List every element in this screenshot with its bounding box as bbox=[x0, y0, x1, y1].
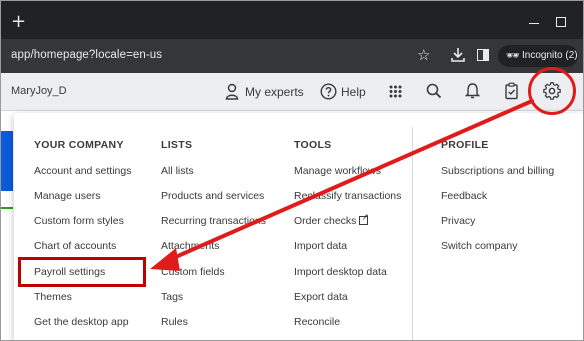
menu-item-reconcile[interactable]: Reconcile bbox=[294, 316, 340, 328]
menu-item-themes[interactable]: Themes bbox=[34, 291, 72, 303]
payroll-settings-highlight bbox=[18, 257, 146, 287]
menu-item-custom-fields[interactable]: Custom fields bbox=[161, 266, 225, 278]
menu-item-subscriptions-and-billing[interactable]: Subscriptions and billing bbox=[441, 165, 554, 177]
menu-item-manage-users[interactable]: Manage users bbox=[34, 190, 101, 202]
tools-heading: TOOLS bbox=[294, 139, 332, 151]
menu-item-feedback[interactable]: Feedback bbox=[441, 190, 487, 202]
screenshot-frame: + app/homepage?locale=en-us ☆ 🕶 Incognit… bbox=[0, 0, 584, 341]
download-icon[interactable] bbox=[451, 47, 465, 63]
lists-heading: LISTS bbox=[161, 139, 193, 151]
order-checks-label: Order checks bbox=[294, 215, 357, 227]
app-header: MaryJoy_D My experts Help bbox=[1, 73, 583, 111]
menu-item-switch-company[interactable]: Switch company bbox=[441, 240, 517, 252]
menu-item-reclassify-transactions[interactable]: Reclassify transactions bbox=[294, 190, 401, 202]
menu-item-recurring-transactions[interactable]: Recurring transactions bbox=[161, 215, 266, 227]
menu-item-rules[interactable]: Rules bbox=[161, 316, 188, 328]
incognito-icon: 🕶 bbox=[506, 49, 520, 62]
gear-highlight-circle bbox=[528, 67, 576, 115]
menu-item-all-lists[interactable]: All lists bbox=[161, 165, 194, 177]
my-experts-button[interactable]: My experts bbox=[225, 83, 305, 101]
new-tab-button[interactable]: + bbox=[11, 13, 26, 31]
menu-item-import-data[interactable]: Import data bbox=[294, 240, 347, 252]
url-field[interactable]: app/homepage?locale=en-us bbox=[11, 49, 162, 61]
menu-item-get-desktop-app[interactable]: Get the desktop app bbox=[34, 316, 129, 328]
company-user-name: MaryJoy_D bbox=[11, 85, 67, 97]
menu-item-export-data[interactable]: Export data bbox=[294, 291, 348, 303]
my-experts-label: My experts bbox=[245, 85, 304, 99]
maximize-button[interactable] bbox=[556, 17, 566, 27]
your-company-heading: YOUR COMPANY bbox=[34, 139, 124, 151]
grid-icon[interactable] bbox=[389, 85, 402, 98]
search-icon[interactable] bbox=[426, 83, 442, 99]
menu-column-divider bbox=[412, 127, 413, 340]
clipboard-check-icon[interactable] bbox=[504, 82, 519, 100]
incognito-label: Incognito (2) bbox=[522, 50, 578, 61]
menu-item-privacy[interactable]: Privacy bbox=[441, 215, 475, 227]
browser-title-bar: + bbox=[1, 1, 583, 39]
help-label: Help bbox=[341, 85, 366, 99]
page-banner-edge bbox=[1, 131, 13, 191]
menu-item-manage-workflows[interactable]: Manage workflows bbox=[294, 165, 381, 177]
page-accent-line bbox=[1, 207, 13, 209]
minimize-button[interactable] bbox=[523, 15, 547, 31]
help-button[interactable]: Help bbox=[320, 83, 370, 101]
page-background-edge bbox=[1, 111, 13, 340]
menu-item-import-desktop-data[interactable]: Import desktop data bbox=[294, 266, 387, 278]
menu-item-chart-of-accounts[interactable]: Chart of accounts bbox=[34, 240, 116, 252]
menu-item-tags[interactable]: Tags bbox=[161, 291, 183, 303]
person-pin-icon bbox=[225, 83, 239, 100]
bookmark-star-icon[interactable]: ☆ bbox=[417, 46, 430, 64]
menu-item-custom-form-styles[interactable]: Custom form styles bbox=[34, 215, 124, 227]
menu-item-products-and-services[interactable]: Products and services bbox=[161, 190, 264, 202]
menu-item-account-and-settings[interactable]: Account and settings bbox=[34, 165, 131, 177]
external-link-icon bbox=[359, 213, 369, 225]
incognito-badge[interactable]: 🕶 Incognito (2) bbox=[498, 45, 578, 67]
address-bar-row: app/homepage?locale=en-us ☆ 🕶 Incognito … bbox=[1, 39, 583, 73]
bell-icon[interactable] bbox=[465, 82, 480, 100]
help-circle-icon bbox=[320, 83, 337, 100]
menu-item-attachments[interactable]: Attachments bbox=[161, 240, 219, 252]
menu-item-order-checks[interactable]: Order checks bbox=[294, 213, 369, 227]
settings-dropdown-menu: YOUR COMPANY Account and settings Manage… bbox=[14, 113, 583, 340]
profile-heading: PROFILE bbox=[441, 139, 489, 151]
side-panel-icon[interactable] bbox=[477, 49, 489, 61]
